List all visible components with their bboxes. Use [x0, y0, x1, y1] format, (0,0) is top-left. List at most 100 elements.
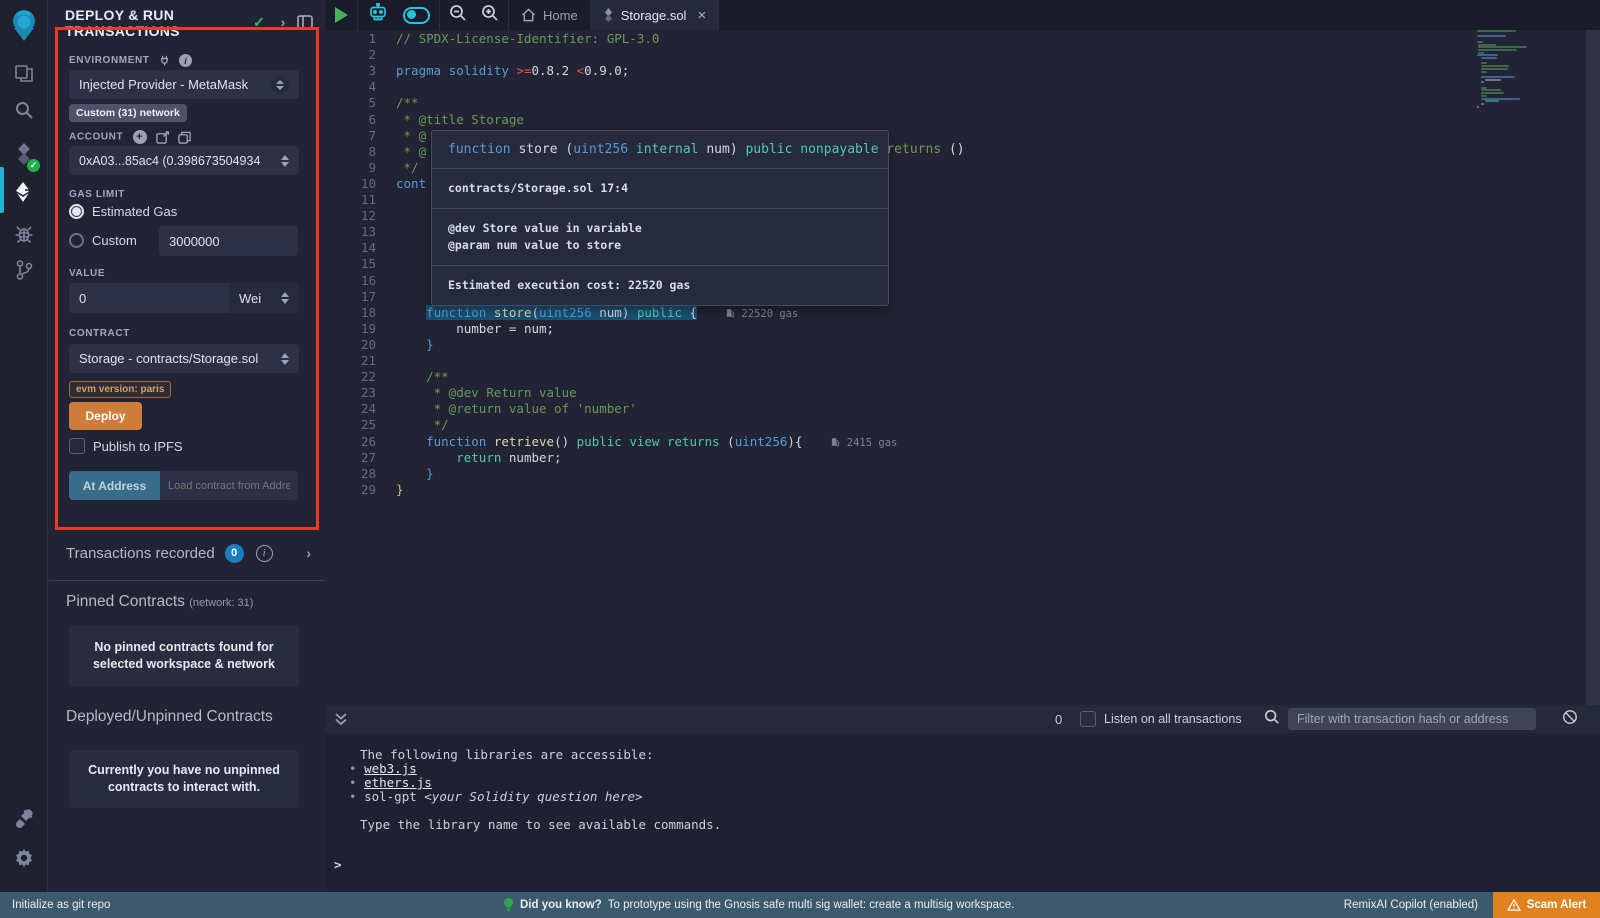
edit-account-icon[interactable] [156, 131, 169, 144]
code-line-29[interactable]: 29} [326, 482, 1600, 498]
home-icon [521, 8, 536, 22]
value-input[interactable]: 0 [69, 283, 229, 313]
debugger-icon[interactable] [0, 216, 48, 252]
contract-select[interactable]: Storage - contracts/Storage.sol [69, 344, 299, 373]
status-bar: Initialize as git repo Did you know? To … [0, 892, 1600, 918]
network-badge: Custom (31) network [69, 104, 187, 122]
terminal-clear-icon[interactable] [1562, 709, 1578, 730]
add-account-icon[interactable]: + [133, 130, 147, 144]
environment-info-icon[interactable]: i [179, 54, 192, 67]
copy-account-icon[interactable] [178, 131, 191, 144]
minimap-line [1481, 98, 1520, 100]
run-script-icon[interactable] [335, 7, 348, 23]
copilot-toggle[interactable] [403, 7, 430, 24]
ethersjs-link[interactable]: ethers.js [364, 775, 432, 790]
did-you-know: Did you know? To prototype using the Gno… [503, 898, 1014, 912]
code-line-23[interactable]: 23 * @dev Return value [326, 385, 1600, 401]
solidity-compiler-icon[interactable]: ✓ [0, 136, 48, 172]
code-editor[interactable]: 1// SPDX-License-Identifier: GPL-3.023pr… [326, 30, 1600, 705]
line-number: 6 [326, 112, 376, 128]
tab-storage-sol[interactable]: Storage.sol × [591, 0, 720, 30]
ai-copilot-robot-icon[interactable] [367, 3, 389, 28]
zoom-out-icon[interactable] [449, 4, 467, 27]
estimated-gas-radio[interactable]: Estimated Gas [69, 204, 177, 219]
deploy-and-run-icon[interactable] [0, 174, 48, 210]
activity-bar: ✓ [0, 0, 48, 892]
transactions-info-icon[interactable]: i [256, 545, 273, 562]
terminal-collapse-icon[interactable] [334, 711, 348, 732]
code-line-20[interactable]: 20 } [326, 337, 1600, 353]
code-line-27[interactable]: 27 return number; [326, 450, 1600, 466]
code-line-22[interactable]: 22 /** [326, 369, 1600, 385]
line-number: 5 [326, 95, 376, 111]
value-label: VALUE [69, 268, 105, 279]
scam-alert-button[interactable]: Scam Alert [1493, 892, 1600, 918]
close-tab-icon[interactable]: × [697, 7, 706, 24]
transactions-recorded-row[interactable]: Transactions recorded 0 i › [66, 540, 311, 566]
publish-ipfs-row[interactable]: Publish to IPFS [69, 438, 183, 454]
code-line-26[interactable]: 26 function retrieve() public view retur… [326, 434, 1600, 450]
environment-select[interactable]: Injected Provider - MetaMask [69, 70, 299, 99]
code-line-6[interactable]: 6 * @title Storage [326, 112, 1600, 128]
listen-all-row[interactable]: Listen on all transactions [1080, 711, 1242, 727]
custom-gas-radio[interactable]: Custom [69, 233, 137, 248]
deploy-button[interactable]: Deploy [69, 402, 142, 430]
unit-stepper-icon [281, 292, 289, 304]
tab-home[interactable]: Home [508, 0, 591, 30]
code-line-1[interactable]: 1// SPDX-License-Identifier: GPL-3.0 [326, 31, 1600, 47]
contract-stepper-icon [281, 353, 289, 365]
listen-all-checkbox[interactable] [1080, 711, 1096, 727]
line-number: 22 [326, 369, 376, 385]
git-icon[interactable] [0, 252, 48, 288]
custom-gas-input[interactable]: 3000000 [159, 226, 298, 256]
minimap-line [1477, 41, 1483, 43]
line-number: 1 [326, 31, 376, 47]
at-address-button[interactable]: At Address [69, 471, 160, 500]
at-address-input[interactable] [160, 471, 298, 500]
plugin-manager-icon[interactable] [0, 800, 48, 836]
code-line-25[interactable]: 25 */ [326, 417, 1600, 433]
minimap-line [1481, 76, 1515, 78]
minimap-line [1477, 54, 1498, 56]
panel-pin-icon[interactable] [295, 12, 315, 32]
code-line-4[interactable]: 4 [326, 79, 1600, 95]
panel-expand-icon[interactable]: › [273, 12, 293, 32]
zoom-in-icon[interactable] [481, 4, 499, 27]
git-init-status[interactable]: Initialize as git repo [12, 899, 110, 911]
remix-logo-icon[interactable] [0, 6, 48, 44]
line-number: 28 [326, 466, 376, 482]
editor-scrollbar[interactable] [1586, 30, 1600, 705]
web3js-link[interactable]: web3.js [364, 761, 417, 776]
deployed-contracts-title: Deployed/Unpinned Contracts [66, 708, 273, 726]
search-icon[interactable] [0, 92, 48, 128]
terminal-prompt[interactable]: > [334, 857, 342, 872]
account-stepper-icon [281, 155, 289, 167]
settings-gear-icon[interactable] [0, 840, 48, 876]
code-line-5[interactable]: 5/** [326, 95, 1600, 111]
plug-icon[interactable] [159, 55, 170, 66]
code-line-21[interactable]: 21 [326, 353, 1600, 369]
file-explorer-icon[interactable] [0, 56, 48, 92]
line-number: 27 [326, 450, 376, 466]
line-number: 4 [326, 79, 376, 95]
code-line-19[interactable]: 19 number = num; [326, 321, 1600, 337]
evm-version-badge: evm version: paris [69, 381, 171, 398]
value-unit-select[interactable]: Wei [229, 283, 299, 313]
terminal-search-icon[interactable] [1264, 709, 1280, 730]
copilot-status[interactable]: RemixAI Copilot (enabled) [1344, 899, 1478, 911]
highlighted-code: function store(uint256 num) public { [426, 305, 697, 320]
account-select[interactable]: 0xA03...85ac4 (0.398673504934 [69, 146, 299, 175]
minimap[interactable] [1477, 30, 1547, 120]
code-line-28[interactable]: 28 } [326, 466, 1600, 482]
transactions-expand-icon[interactable]: › [306, 545, 311, 561]
minimap-line [1481, 65, 1509, 67]
code-line-2[interactable]: 2 [326, 47, 1600, 63]
terminal-output[interactable]: The following libraries are accessible: … [326, 733, 1600, 892]
code-line-3[interactable]: 3pragma solidity >=0.8.2 <0.9.0; [326, 63, 1600, 79]
terminal-filter-input[interactable] [1288, 708, 1536, 730]
code-line-24[interactable]: 24 * @return value of 'number' [326, 401, 1600, 417]
publish-ipfs-checkbox[interactable] [69, 438, 85, 454]
tooltip-path: contracts/Storage.sol 17:4 [432, 168, 888, 208]
code-line-18[interactable]: 18 function store(uint256 num) public { … [326, 305, 1600, 321]
terminal-lib-web3: • web3.js [349, 761, 417, 776]
